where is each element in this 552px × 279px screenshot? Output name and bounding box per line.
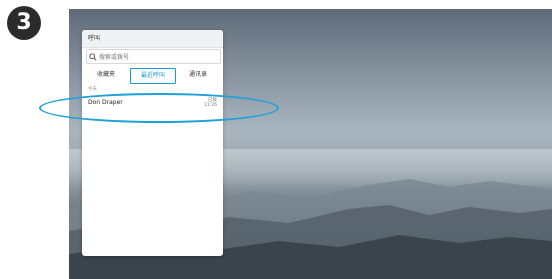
step-number-badge: 3 [7, 6, 41, 40]
search-icon [87, 50, 99, 63]
search-placeholder: 搜索或拨号 [99, 54, 130, 61]
tab-recent-calls[interactable]: 最近呼叫 [130, 68, 176, 84]
call-panel: 呼叫 搜索或拨号 收藏夹 最近呼叫 通讯录 今天 Don Draper 已接 1… [82, 30, 223, 256]
search-input[interactable]: 搜索或拨号 [86, 49, 221, 64]
panel-title: 呼叫 [82, 30, 223, 48]
tab-directory[interactable]: 通讯录 [178, 68, 218, 82]
highlight-ellipse [39, 93, 279, 123]
tab-favorites[interactable]: 收藏夹 [86, 68, 126, 82]
tab-bar: 收藏夹 最近呼叫 通讯录 [86, 68, 221, 84]
section-label-today: 今天 [88, 87, 97, 92]
